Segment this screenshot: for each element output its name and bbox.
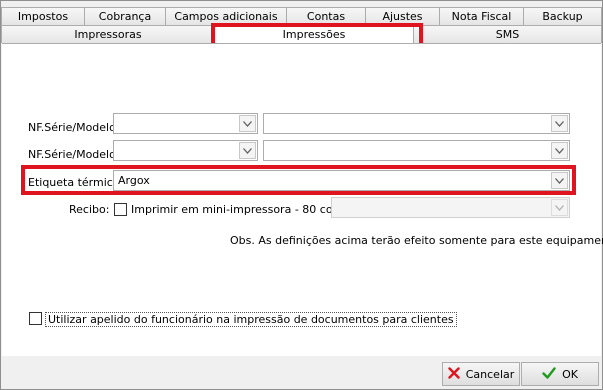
tab-sms[interactable]: SMS (413, 25, 602, 43)
settings-window: Impostos Cobrança Campos adicionais Cont… (0, 0, 603, 390)
tab-campos-adicionais[interactable]: Campos adicionais (165, 7, 287, 25)
recibo-printer-dropdown[interactable] (331, 197, 570, 218)
chevron-down-icon[interactable] (551, 172, 568, 189)
tab-nota-fiscal[interactable]: Nota Fiscal (439, 7, 524, 25)
recibo-checkbox-label[interactable]: Imprimir em mini-impressora - 80 colunas (131, 203, 362, 216)
etiqueta-termica-dropdown[interactable]: Argox (113, 170, 570, 191)
chevron-down-icon[interactable] (551, 142, 568, 159)
cancel-button-label: Cancelar (465, 367, 515, 381)
recibo-label: Recibo: (69, 203, 110, 216)
tab-ajustes[interactable]: Ajustes (365, 7, 440, 25)
apelido-checkbox[interactable] (29, 312, 42, 325)
tab-impressoras[interactable]: Impressoras (1, 25, 215, 43)
nf1-modelo-dropdown[interactable] (263, 113, 570, 134)
tab-impostos[interactable]: Impostos (1, 7, 85, 25)
recibo-checkbox[interactable] (114, 203, 127, 216)
chevron-down-icon[interactable] (551, 199, 568, 216)
ok-button[interactable]: OK (521, 362, 599, 386)
ok-button-label: OK (562, 367, 578, 381)
x-icon (448, 366, 460, 382)
nf1-label: NF.Série/Modelo: (28, 121, 120, 134)
nf2-modelo-dropdown[interactable] (263, 140, 570, 161)
chevron-down-icon[interactable] (239, 142, 256, 159)
dialog-footer: Cancelar OK (2, 357, 601, 389)
nf1-serie-dropdown[interactable] (113, 113, 258, 134)
tab-impressoes[interactable]: Impressões (214, 25, 414, 43)
obs-text: Obs. As definições acima terão efeito so… (230, 234, 603, 247)
tab-contas[interactable]: Contas (286, 7, 366, 25)
chevron-down-icon[interactable] (551, 115, 568, 132)
checkmark-icon (542, 366, 556, 382)
chevron-down-icon[interactable] (239, 115, 256, 132)
apelido-checkbox-label[interactable]: Utilizar apelido do funcionário na impre… (45, 312, 457, 327)
etiqueta-termica-value: Argox (118, 174, 150, 187)
tab-panel-impressoes: NF.Série/Modelo: NF.Série/Modelo: Etique… (2, 43, 603, 356)
etiqueta-label: Etiqueta térmica: (28, 176, 124, 189)
tab-cobranca[interactable]: Cobrança (84, 7, 166, 25)
tab-row-1: Impostos Cobrança Campos adicionais Cont… (1, 7, 602, 25)
cancel-button[interactable]: Cancelar (442, 362, 520, 386)
nf2-label: NF.Série/Modelo: (28, 148, 120, 161)
nf2-serie-dropdown[interactable] (113, 140, 258, 161)
tab-backup[interactable]: Backup (523, 7, 602, 25)
tab-row-2: Impressoras Impressões SMS (1, 25, 602, 43)
